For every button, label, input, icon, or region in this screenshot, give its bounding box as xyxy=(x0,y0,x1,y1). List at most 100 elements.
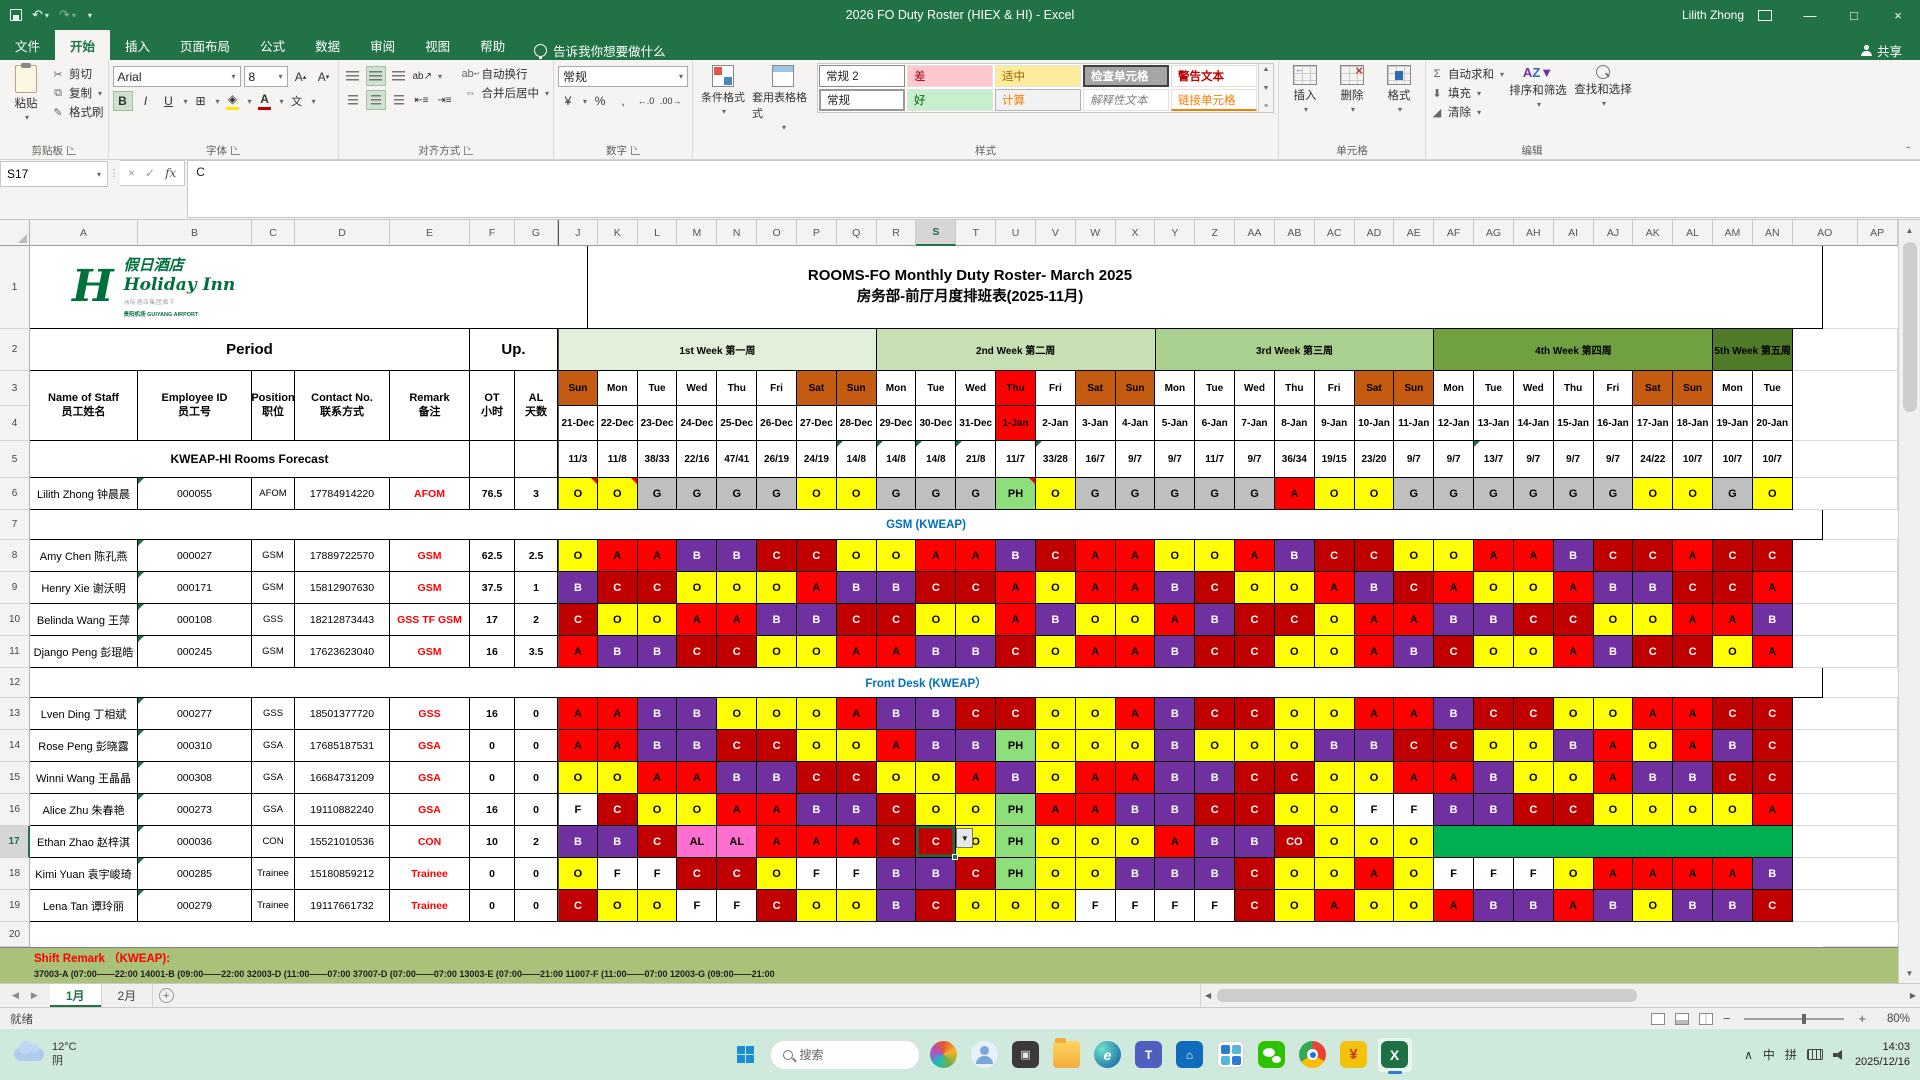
shift-cell-A[interactable]: A xyxy=(956,762,997,794)
shift-cell-A[interactable]: A xyxy=(597,730,638,762)
ot-cell[interactable]: 16 xyxy=(470,794,515,826)
contact-cell[interactable]: 17889722570 xyxy=(295,540,390,572)
ot-cell[interactable]: 10 xyxy=(470,826,515,858)
sheet-tab-2月[interactable]: 2月 xyxy=(102,984,154,1007)
header-contact[interactable]: Contact No. 联系方式 xyxy=(295,371,390,441)
taskbar-clock[interactable]: 14:03 2025/12/16 xyxy=(1855,1040,1910,1069)
shift-cell-A[interactable]: A xyxy=(558,636,598,668)
weekday-header[interactable]: Sun xyxy=(1115,371,1156,406)
shift-cell-C[interactable]: C xyxy=(1752,762,1793,794)
shift-cell-A[interactable]: A xyxy=(876,636,917,668)
vertical-scroll-thumb[interactable] xyxy=(1902,242,1917,412)
shift-cell-O[interactable]: O xyxy=(1354,890,1395,922)
shift-cell-A[interactable]: A xyxy=(717,794,758,826)
column-header-J[interactable]: J xyxy=(558,220,598,246)
restore-button[interactable]: □ xyxy=(1832,0,1876,30)
shift-cell-O[interactable]: O xyxy=(1075,858,1116,890)
shift-cell-C[interactable]: C xyxy=(956,698,997,730)
shift-cell-C[interactable]: C xyxy=(1274,762,1315,794)
date-header[interactable]: 21-Dec xyxy=(558,406,598,441)
forecast-cell[interactable]: 22/16 xyxy=(677,441,718,478)
shift-cell-O[interactable]: O xyxy=(796,890,837,922)
person-app-icon[interactable] xyxy=(968,1038,1002,1072)
shift-cell-O[interactable]: O xyxy=(1155,540,1196,572)
shift-cell-A[interactable]: A xyxy=(1673,730,1714,762)
shift-cell-O[interactable]: O xyxy=(1354,826,1395,858)
shift-cell-O[interactable]: O xyxy=(1633,794,1674,826)
shift-cell-O[interactable]: O xyxy=(836,730,877,762)
shift-cell-C[interactable]: C xyxy=(1713,698,1753,730)
column-header-AA[interactable]: AA xyxy=(1235,220,1275,246)
shift-cell-G[interactable]: G xyxy=(1513,478,1554,510)
date-header[interactable]: 20-Jan xyxy=(1752,406,1793,441)
teams-icon[interactable]: T xyxy=(1132,1038,1166,1072)
date-header[interactable]: 25-Dec xyxy=(717,406,758,441)
al-cell[interactable]: 0 xyxy=(515,794,558,826)
ot-cell[interactable]: 17 xyxy=(470,604,515,636)
shift-cell-O[interactable]: O xyxy=(1593,604,1634,636)
shift-cell-O[interactable]: O xyxy=(1394,540,1435,572)
shift-cell-O[interactable]: O xyxy=(1633,730,1674,762)
shift-cell-A[interactable]: A xyxy=(796,826,837,858)
shift-cell-A[interactable]: A xyxy=(956,540,997,572)
shift-cell-O[interactable]: O xyxy=(836,540,877,572)
shift-cell-O[interactable]: O xyxy=(1314,698,1355,730)
header-pos[interactable]: Position 职位 xyxy=(252,371,295,441)
shift-cell-O[interactable]: O xyxy=(757,698,797,730)
shift-cell-B[interactable]: B xyxy=(757,604,797,636)
shift-cell-A[interactable]: A xyxy=(558,730,598,762)
ot-cell[interactable]: 76.5 xyxy=(470,478,515,510)
weekday-header[interactable]: Fri xyxy=(757,371,797,406)
contact-cell[interactable]: 17685187531 xyxy=(295,730,390,762)
fill-color-button[interactable]: ◈ xyxy=(223,91,243,111)
column-header-AP[interactable]: AP xyxy=(1857,220,1898,246)
date-header[interactable]: 1-Jan xyxy=(996,406,1036,441)
shift-cell-O[interactable]: O xyxy=(1513,730,1554,762)
row-header-3[interactable]: 3 xyxy=(0,371,30,406)
weekday-header[interactable]: Sat xyxy=(1075,371,1116,406)
date-header[interactable]: 31-Dec xyxy=(956,406,997,441)
shift-cell-O[interactable]: O xyxy=(717,572,758,604)
forecast-empty[interactable] xyxy=(515,441,558,478)
forecast-cell[interactable]: 9/7 xyxy=(1513,441,1554,478)
row-header-18[interactable]: 18 xyxy=(0,858,30,890)
shift-cell-C[interactable]: C xyxy=(677,858,718,890)
shift-cell-A[interactable]: A xyxy=(1553,636,1594,668)
shift-cell-C[interactable]: C xyxy=(1513,794,1554,826)
shift-cell-A[interactable]: A xyxy=(1673,858,1714,890)
shift-cell-C[interactable]: C xyxy=(1314,540,1355,572)
shift-cell-C[interactable]: C xyxy=(558,890,598,922)
ribbon-tab-文件[interactable]: 文件 xyxy=(0,30,55,60)
date-header[interactable]: 2-Jan xyxy=(1035,406,1076,441)
column-header-AE[interactable]: AE xyxy=(1394,220,1435,246)
column-header-AD[interactable]: AD xyxy=(1354,220,1395,246)
shift-cell-C[interactable]: C xyxy=(1553,794,1594,826)
forecast-cell[interactable]: 38/33 xyxy=(637,441,678,478)
position-cell[interactable]: GSA xyxy=(252,794,295,826)
shift-cell-B[interactable]: B xyxy=(1155,794,1196,826)
shift-cell-A[interactable]: A xyxy=(717,604,758,636)
shift-cell-O[interactable]: O xyxy=(1235,572,1275,604)
empty-cells[interactable] xyxy=(1792,762,1898,794)
ot-cell[interactable]: 16 xyxy=(470,698,515,730)
date-header[interactable]: 30-Dec xyxy=(916,406,957,441)
shift-cell-A[interactable]: A xyxy=(1235,540,1275,572)
empty-cells[interactable] xyxy=(1793,329,1899,371)
shift-cell-G[interactable]: G xyxy=(1235,478,1275,510)
cell-style-常规[interactable]: 常规 xyxy=(819,89,906,111)
sheet-next-icon[interactable]: ▶ xyxy=(31,990,38,1001)
date-header[interactable]: 14-Jan xyxy=(1513,406,1554,441)
employee-id-cell[interactable]: 000108 xyxy=(138,604,252,636)
row-header-2[interactable]: 2 xyxy=(0,329,30,371)
shift-cell-B[interactable]: B xyxy=(1195,858,1236,890)
shift-cell-B[interactable]: B xyxy=(956,730,997,762)
shift-cell-B[interactable]: B xyxy=(637,636,678,668)
shift-cell-G[interactable]: G xyxy=(1115,478,1156,510)
shift-cell-C[interactable]: C xyxy=(1195,572,1236,604)
shift-cell-C[interactable]: C xyxy=(1752,698,1793,730)
ribbon-tab-公式[interactable]: 公式 xyxy=(245,30,300,60)
shift-cell-A[interactable]: A xyxy=(597,698,638,730)
shift-cell-G[interactable]: G xyxy=(916,478,957,510)
header-remark[interactable]: Remark 备注 xyxy=(390,371,470,441)
shift-cell-O[interactable]: O xyxy=(1673,794,1714,826)
